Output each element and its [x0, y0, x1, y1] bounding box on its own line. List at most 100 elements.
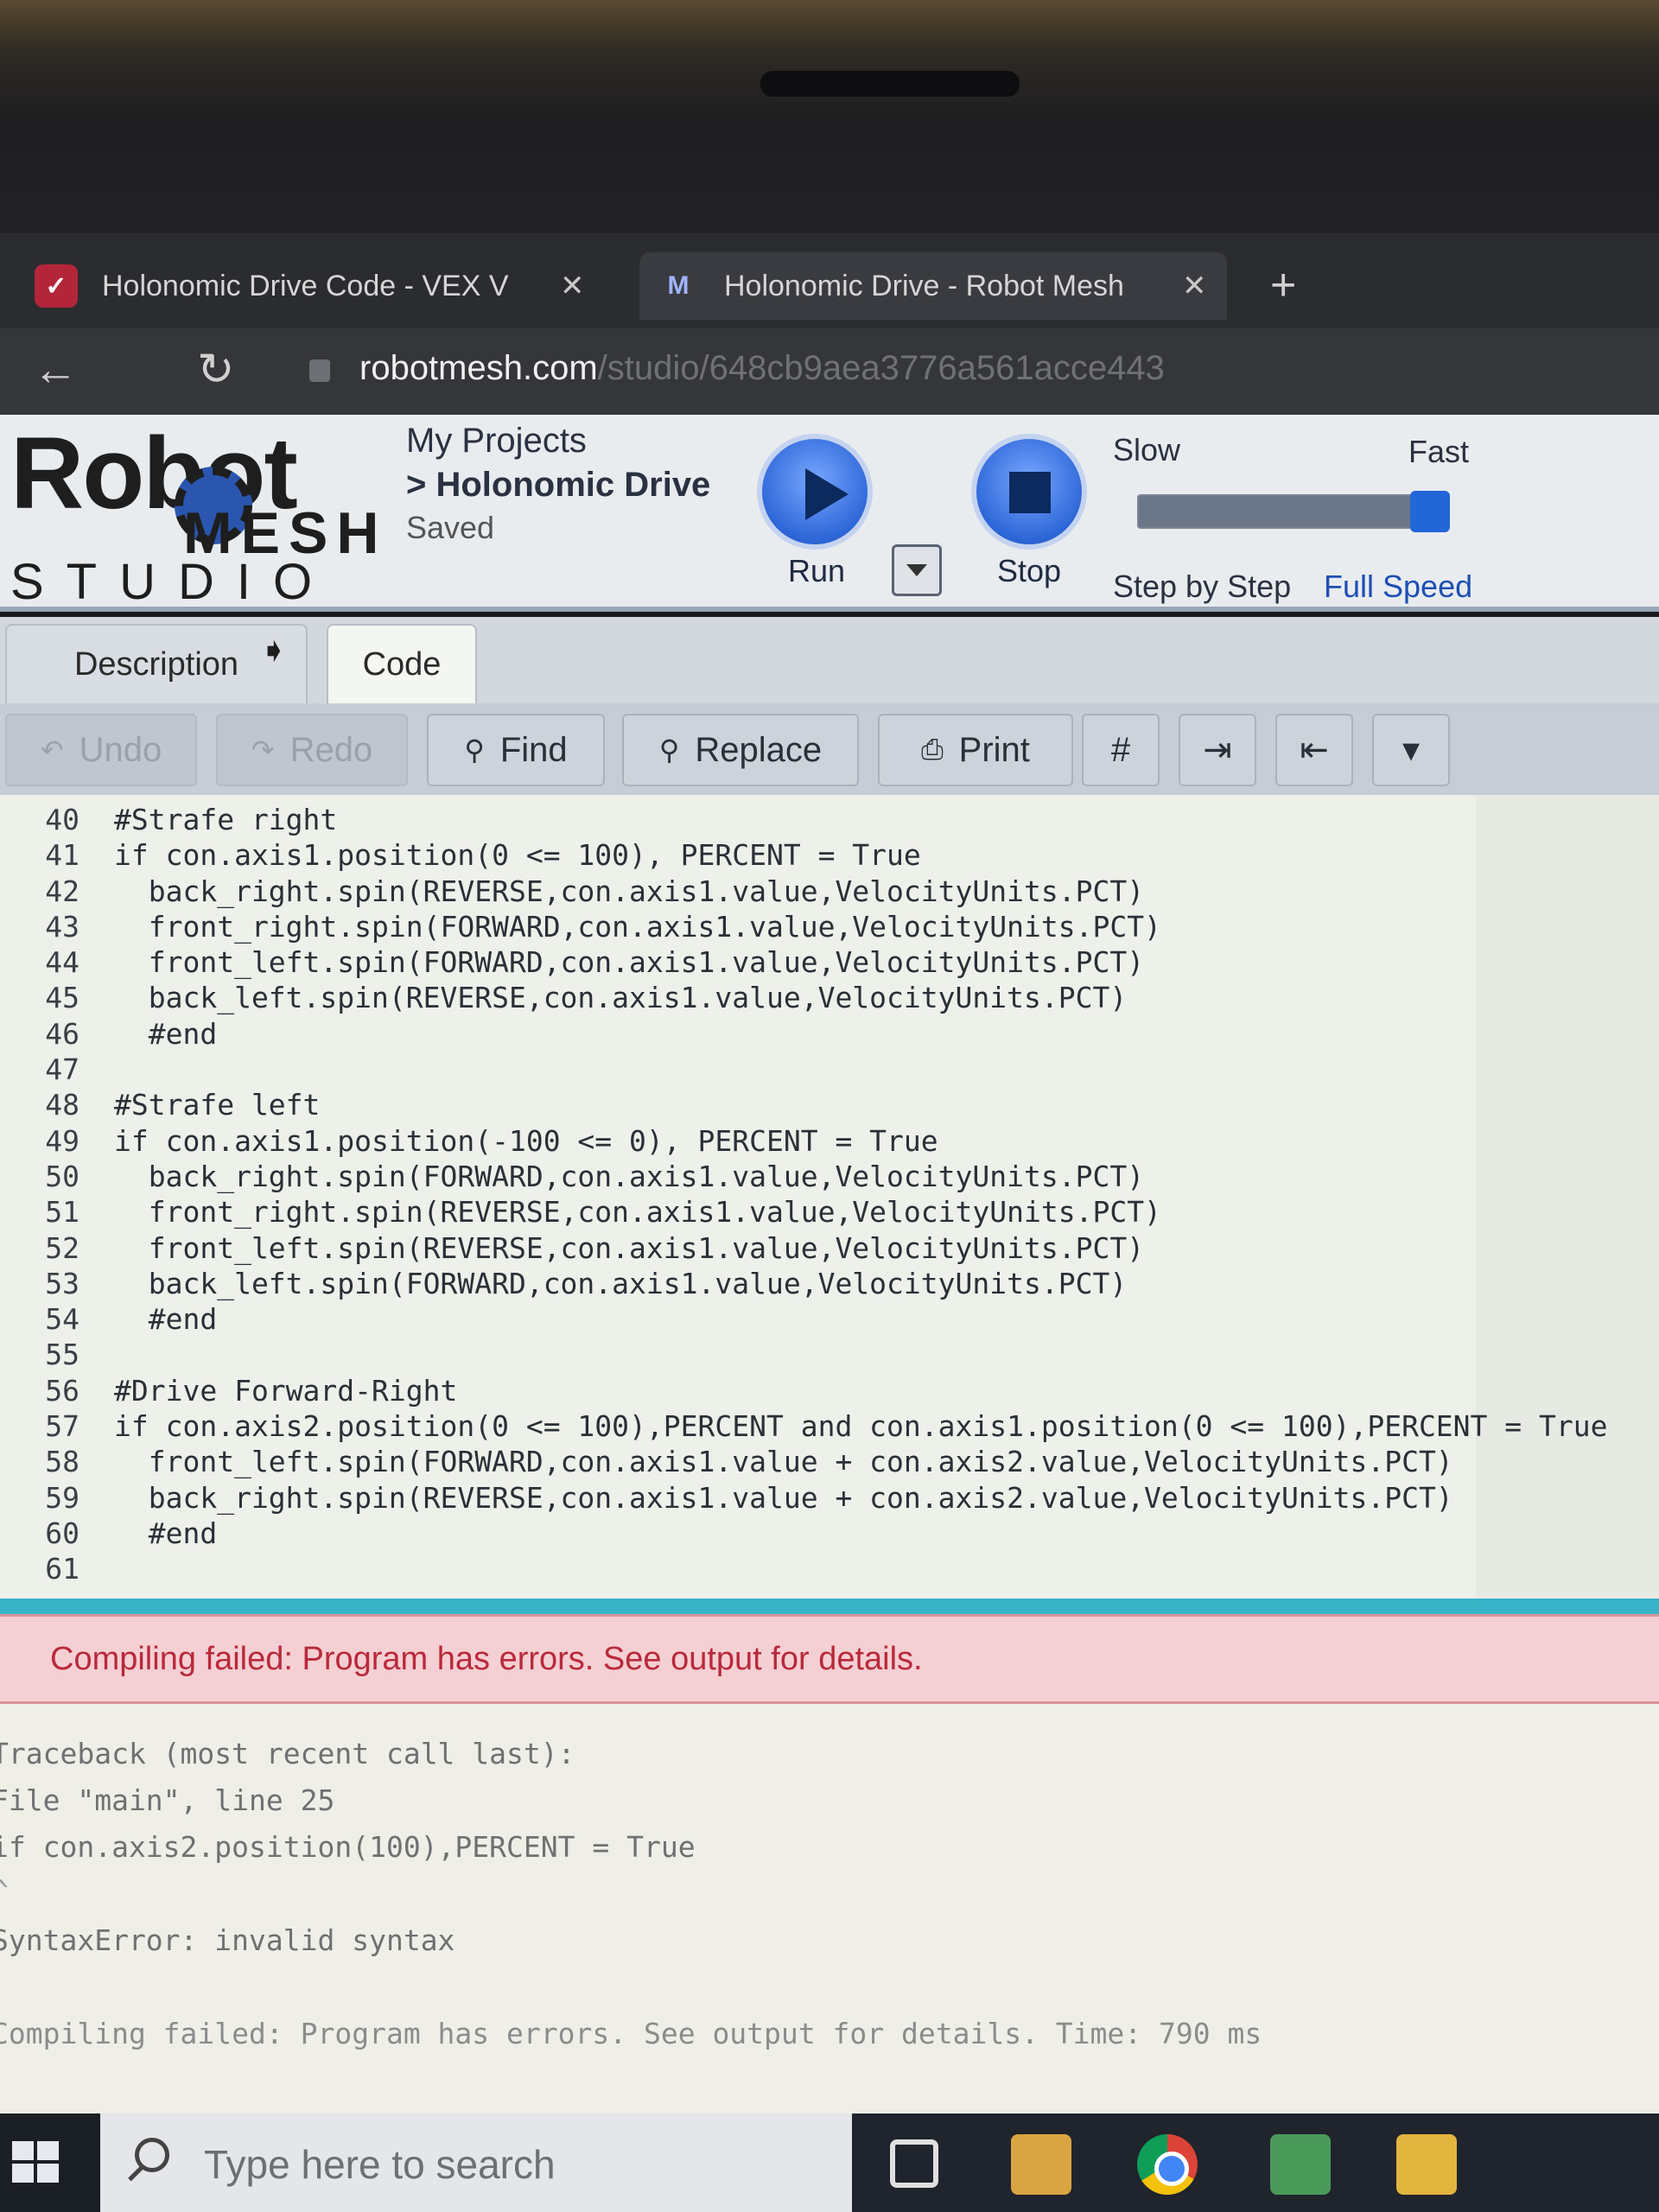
code-editor[interactable]: 40 41 42 43 44 45 46 47 48 49 50 51 52 53 54 55 56 57 58 59… — [0, 795, 1659, 1599]
editor-tabs: Description ➧ Code — [0, 617, 1659, 703]
monitor-bezel — [0, 0, 1659, 233]
step-by-step-link[interactable]: Step by Step — [1113, 569, 1291, 605]
comment-toggle-button[interactable]: # — [1082, 714, 1160, 786]
speed-slider-thumb[interactable] — [1410, 491, 1450, 532]
indent-button[interactable]: ⇥ — [1179, 714, 1256, 786]
code-line[interactable]: #Strafe right — [114, 802, 1652, 837]
calculator-icon[interactable] — [1270, 2134, 1331, 2195]
code-line[interactable]: front_right.spin(REVERSE,con.axis1.value… — [114, 1194, 1652, 1230]
code-line[interactable] — [114, 1052, 1652, 1087]
stop-icon — [1009, 472, 1051, 513]
line-number: 56 — [45, 1373, 79, 1408]
code-line[interactable]: back_left.spin(REVERSE,con.axis1.value,V… — [114, 980, 1652, 1015]
speed-slider-track[interactable] — [1137, 494, 1450, 529]
more-options-button[interactable]: ▾ — [1372, 714, 1450, 786]
code-line[interactable]: back_left.spin(FORWARD,con.axis1.value,V… — [114, 1266, 1652, 1301]
speed-fast-label: Fast — [1408, 434, 1469, 469]
line-number: 44 — [45, 945, 79, 980]
lock-icon[interactable] — [309, 359, 330, 382]
editor-splitter[interactable] — [0, 1599, 1659, 1614]
new-tab-button[interactable]: + — [1270, 259, 1296, 311]
code-line[interactable] — [114, 1551, 1652, 1586]
code-line[interactable]: #end — [114, 1301, 1652, 1337]
line-number: 52 — [45, 1230, 79, 1265]
code-line[interactable]: #end — [114, 1016, 1652, 1052]
output-line: ^ — [0, 1873, 9, 1907]
stop-button[interactable] — [971, 434, 1087, 550]
line-number: 46 — [45, 1016, 79, 1051]
browser-tab-robotmesh[interactable]: M Holonomic Drive - Robot Mesh ✕ — [639, 252, 1227, 320]
redo-icon: ↷ — [251, 734, 275, 766]
chrome-icon[interactable] — [1137, 2134, 1198, 2195]
store-icon[interactable] — [1011, 2134, 1071, 2195]
tab-code-label: Code — [362, 645, 442, 683]
play-icon — [805, 468, 849, 520]
back-arrow-icon[interactable]: ← — [33, 344, 78, 396]
line-number: 43 — [45, 909, 79, 944]
output-line: Compiling failed: Program has errors. Se… — [0, 2017, 1262, 2050]
task-view-icon[interactable] — [890, 2139, 938, 2188]
code-line[interactable]: front_left.spin(FORWARD,con.axis1.value … — [114, 1444, 1652, 1479]
line-number: 45 — [45, 981, 79, 1015]
code-line[interactable]: back_right.spin(REVERSE,con.axis1.value,… — [114, 874, 1652, 909]
speed-control: Slow Fast Step by Step Full Speed — [1113, 432, 1476, 605]
close-tab-icon[interactable]: ✕ — [560, 269, 585, 303]
output-line: File "main", line 25 — [0, 1783, 335, 1817]
breadcrumb-project-name: > Holonomic Drive — [406, 466, 711, 504]
output-line: Traceback (most recent call last): — [0, 1737, 575, 1770]
search-icon — [135, 2138, 169, 2172]
printer-icon: ⎙ — [921, 734, 944, 765]
search-icon: ⚲ — [464, 734, 485, 766]
undo-button[interactable]: ↶ Undo — [5, 714, 197, 786]
line-number: 50 — [45, 1159, 79, 1193]
line-number: 42 — [45, 874, 79, 908]
code-line[interactable] — [114, 1337, 1652, 1372]
code-line[interactable]: front_left.spin(REVERSE,con.axis1.value,… — [114, 1230, 1652, 1266]
code-line[interactable]: if con.axis2.position(0 <= 100),PERCENT … — [114, 1408, 1652, 1444]
chevron-down-icon — [906, 564, 927, 576]
code-area[interactable]: #Strafe right if con.axis1.position(0 <= … — [114, 802, 1652, 1587]
url-host: robotmesh.com — [359, 349, 598, 387]
windows-taskbar: Type here to search — [0, 2113, 1659, 2212]
robotmesh-studio-logo[interactable]: Robot MESH STUDIO — [10, 415, 391, 612]
reload-icon[interactable]: ↻ — [197, 344, 235, 396]
undo-label: Undo — [79, 730, 162, 769]
start-button[interactable] — [0, 2113, 100, 2212]
code-line[interactable]: if con.axis1.position(0 <= 100), PERCENT… — [114, 837, 1652, 873]
code-line[interactable]: front_right.spin(FORWARD,con.axis1.value… — [114, 909, 1652, 944]
taskbar-search[interactable]: Type here to search — [100, 2113, 852, 2212]
full-speed-link[interactable]: Full Speed — [1324, 569, 1472, 605]
browser-tab-vex[interactable]: ✓ Holonomic Drive Code - VEX V ✕ — [35, 252, 622, 320]
run-button[interactable] — [757, 434, 873, 550]
code-line[interactable]: #Strafe left — [114, 1087, 1652, 1122]
vex-favicon-icon: ✓ — [35, 264, 78, 308]
close-tab-icon[interactable]: ✕ — [1182, 269, 1207, 303]
code-line[interactable]: front_left.spin(FORWARD,con.axis1.value,… — [114, 944, 1652, 980]
file-explorer-icon[interactable] — [1396, 2134, 1457, 2195]
line-number: 55 — [45, 1338, 79, 1372]
speed-slow-label: Slow — [1113, 432, 1181, 467]
run-options-dropdown[interactable] — [892, 544, 942, 596]
outdent-button[interactable]: ⇤ — [1275, 714, 1353, 786]
url-field[interactable]: robotmesh.com/studio/648cb9aea3776a561ac… — [359, 349, 1165, 388]
line-number: 48 — [45, 1088, 79, 1122]
find-button[interactable]: ⚲ Find — [427, 714, 605, 786]
pin-icon[interactable]: ➧ — [259, 631, 289, 671]
outdent-icon: ⇤ — [1300, 731, 1329, 769]
line-number: 51 — [45, 1195, 79, 1230]
print-button[interactable]: ⎙ Print — [878, 714, 1073, 786]
taskbar-search-placeholder: Type here to search — [204, 2142, 556, 2187]
windows-logo-icon — [12, 2141, 60, 2184]
code-line[interactable]: if con.axis1.position(-100 <= 0), PERCEN… — [114, 1123, 1652, 1159]
code-line[interactable]: back_right.spin(REVERSE,con.axis1.value … — [114, 1480, 1652, 1516]
breadcrumb-my-projects[interactable]: My Projects — [406, 422, 710, 461]
line-number: 40 — [45, 803, 79, 836]
tab-code[interactable]: Code — [327, 624, 477, 703]
code-line[interactable]: #Drive Forward-Right — [114, 1373, 1652, 1408]
search-icon: ⚲ — [658, 734, 680, 766]
chevron-down-icon: ▾ — [1402, 731, 1421, 769]
code-line[interactable]: back_right.spin(FORWARD,con.axis1.value,… — [114, 1159, 1652, 1194]
code-line[interactable]: #end — [114, 1516, 1652, 1551]
redo-button[interactable]: ↷ Redo — [216, 714, 408, 786]
replace-button[interactable]: ⚲ Replace — [622, 714, 859, 786]
